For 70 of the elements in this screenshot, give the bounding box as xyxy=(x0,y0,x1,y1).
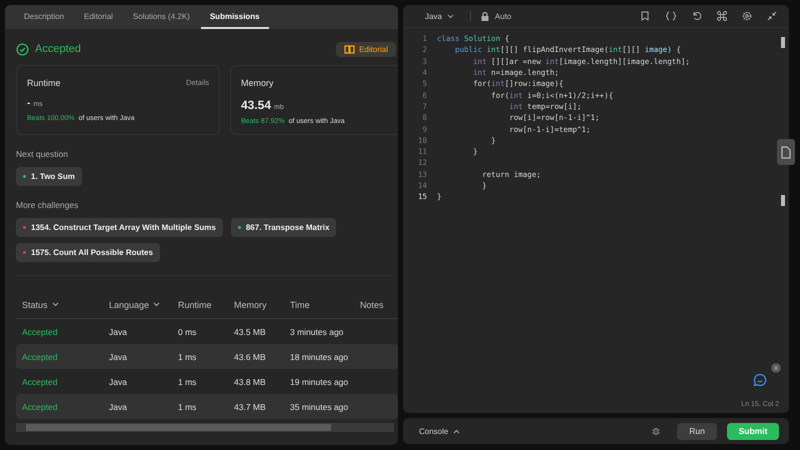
settings-icon[interactable] xyxy=(742,11,752,21)
braces-icon[interactable] xyxy=(665,11,677,21)
card-title: Memory xyxy=(241,78,274,88)
section-heading: More challenges xyxy=(16,200,80,210)
chat-icon[interactable] xyxy=(753,373,767,387)
lock-icon xyxy=(480,12,489,20)
runtime-value: - xyxy=(27,98,30,109)
editorial-button[interactable]: Editorial xyxy=(336,42,396,56)
tab[interactable]: Editorial xyxy=(75,5,122,29)
run-button[interactable]: Run xyxy=(677,422,717,440)
tab[interactable]: Description xyxy=(15,5,74,29)
submission-row[interactable]: Accepted Java 0 ms 43.5 MB 3 minutes ago xyxy=(16,319,398,344)
column-header: Time xyxy=(290,300,311,310)
table-cell-text: Accepted xyxy=(22,326,58,336)
table-cell-text: Accepted xyxy=(22,352,58,362)
table-cell-text: 18 minutes ago xyxy=(290,352,350,362)
table-cell-text: 3 minutes ago xyxy=(290,326,344,336)
table-cell-text: 0 ms xyxy=(178,326,198,336)
chevron-down-icon xyxy=(52,302,59,307)
tab[interactable]: Solutions (4.2K) xyxy=(124,5,199,29)
question-chip[interactable]: 1. Two Sum xyxy=(16,167,82,186)
table-cell-text: 1 ms xyxy=(178,352,198,362)
close-icon[interactable] xyxy=(771,363,781,373)
table-cell-text: 1 ms xyxy=(178,376,198,386)
status-text: Accepted xyxy=(35,43,81,55)
check-circle-icon xyxy=(16,42,29,56)
command-icon[interactable] xyxy=(717,11,727,21)
document-icon[interactable] xyxy=(777,139,795,165)
card-title: Runtime xyxy=(27,78,61,88)
section-heading: Next question xyxy=(16,149,69,159)
book-icon xyxy=(344,44,356,54)
question-chip[interactable]: 867. Transpose Matrix xyxy=(230,218,336,237)
question-chip[interactable]: 1354. Construct Target Array With Multiple Sums xyxy=(16,218,223,237)
console-toggle[interactable]: Console xyxy=(413,426,466,436)
table-cell-text: Java xyxy=(109,402,128,412)
language-dropdown[interactable]: Java xyxy=(419,10,460,22)
chevron-down-icon xyxy=(153,302,160,307)
question-chip[interactable]: 1575. Count All Possible Routes xyxy=(16,243,160,262)
vertical-scrollbar[interactable] xyxy=(781,37,785,48)
table-cell-text: 43.6 MB xyxy=(234,352,267,362)
tab[interactable]: Submissions xyxy=(200,5,269,29)
table-cell-text: Accepted xyxy=(22,402,58,412)
bug-icon[interactable] xyxy=(651,426,661,436)
submission-row[interactable]: Accepted Java 1 ms 43.6 MB 18 minutes ago xyxy=(16,344,398,369)
horizontal-scrollbar[interactable] xyxy=(16,423,394,432)
submission-row[interactable]: Accepted Java 1 ms 43.8 MB 19 minutes ago xyxy=(16,369,398,394)
bookmark-icon[interactable] xyxy=(640,11,650,21)
chevron-down-icon xyxy=(446,14,454,18)
column-header: Memory xyxy=(234,300,268,310)
table-cell-text: 43.7 MB xyxy=(234,402,267,412)
column-header[interactable]: Status xyxy=(22,300,109,310)
memory-value: 43.54 xyxy=(241,98,272,112)
column-header[interactable]: Language xyxy=(109,300,178,310)
submission-row[interactable]: Accepted Java 1 ms 43.7 MB 35 minutes ago xyxy=(16,394,398,419)
table-cell-text: Java xyxy=(109,352,128,362)
table-cell-text: Java xyxy=(109,376,128,386)
reset-icon[interactable] xyxy=(692,11,702,21)
column-header: Notes xyxy=(360,300,385,310)
table-cell-text: 35 minutes ago xyxy=(290,402,350,412)
table-cell-text: 43.5 MB xyxy=(234,326,267,336)
scroll-marker xyxy=(781,195,785,206)
mode-label: Auto xyxy=(494,12,512,20)
table-cell-text: Java xyxy=(109,326,128,336)
table-cell-text: 19 minutes ago xyxy=(290,376,350,386)
collapse-icon[interactable] xyxy=(767,11,777,21)
table-cell-text: 1 ms xyxy=(178,402,198,412)
chevron-up-icon xyxy=(453,428,460,434)
table-cell-text: 43.8 MB xyxy=(234,376,267,386)
column-header: Runtime xyxy=(178,300,213,310)
table-cell-text: Accepted xyxy=(22,376,58,386)
